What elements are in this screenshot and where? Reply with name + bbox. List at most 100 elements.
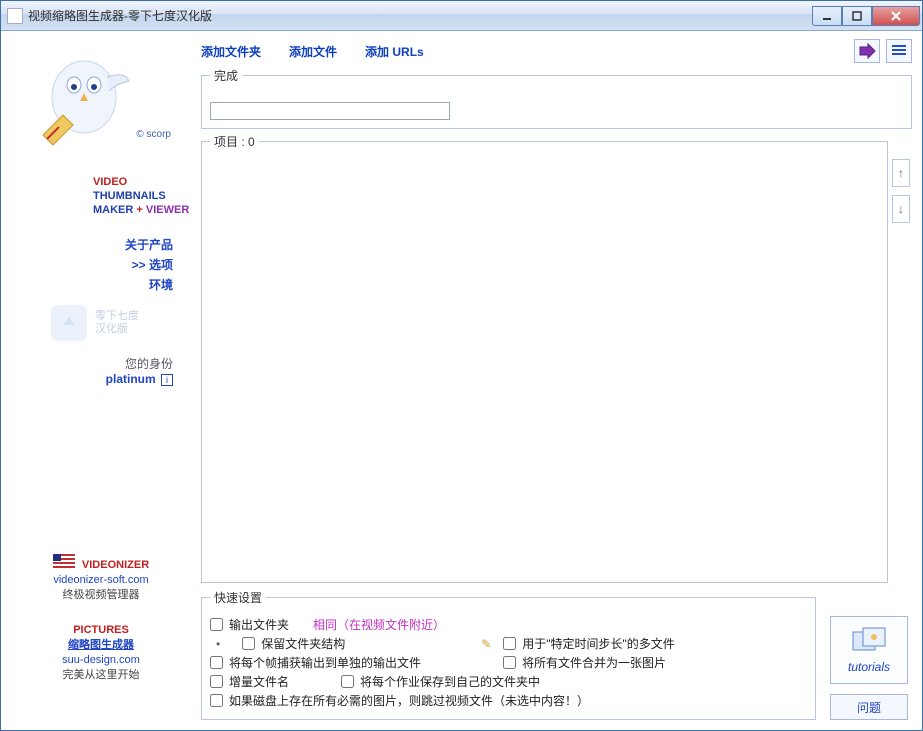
window-title: 视频缩略图生成器-零下七度汉化版 bbox=[28, 7, 812, 24]
titlebar: 视频缩略图生成器-零下七度汉化版 bbox=[1, 1, 922, 31]
videonizer-link[interactable]: videonizer-soft.com bbox=[11, 573, 191, 588]
nav-environment[interactable]: 环境 bbox=[11, 275, 173, 295]
tutorials-label: tutorials bbox=[848, 660, 890, 674]
pencil-icon[interactable]: ✎ bbox=[481, 637, 491, 651]
identity-value: platinum bbox=[106, 372, 156, 386]
nav-options[interactable]: >> 选项 bbox=[11, 255, 173, 275]
close-button[interactable] bbox=[872, 6, 920, 26]
for-time-checkbox[interactable] bbox=[503, 637, 516, 650]
identity-block: 您的身份 platinum i bbox=[11, 355, 191, 386]
quick-row-inc-name: 增量文件名 将每个作业保存到自己的文件夹中 bbox=[210, 673, 807, 690]
keep-structure-checkbox[interactable] bbox=[242, 637, 255, 650]
sidebar: © scorp VIDEO THUMBNAILS MAKER + VIEWER … bbox=[11, 39, 201, 720]
minimize-icon bbox=[822, 11, 832, 21]
pictures-desc: 完美从这里开始 bbox=[11, 668, 191, 683]
nav-links: 关于产品 >> 选项 环境 bbox=[11, 235, 191, 295]
owl-icon bbox=[29, 47, 139, 157]
inc-name-checkbox[interactable] bbox=[210, 675, 223, 688]
question-label: 问题 bbox=[857, 699, 881, 716]
mid-row: 项目 : 0 ↑ ↓ bbox=[201, 129, 912, 583]
merge-one-label: 将所有文件合并为一张图片 bbox=[522, 654, 666, 671]
maximize-icon bbox=[852, 11, 862, 21]
logo-word-plus: + bbox=[136, 204, 142, 216]
identity-label: 您的身份 bbox=[11, 355, 173, 372]
logo-word-thumbnails: THUMBNAILS bbox=[93, 190, 166, 202]
translation-credit-text: 零下七度 汉化版 bbox=[95, 310, 139, 336]
bottom-row: 快速设置 输出文件夹 相同（在视频文件附近） • 保留文件夹结构 ✎ bbox=[201, 583, 912, 720]
logo-word-viewer: VIEWER bbox=[146, 204, 189, 216]
logo-text: VIDEO THUMBNAILS MAKER + VIEWER bbox=[93, 175, 191, 217]
keep-structure-label: 保留文件夹结构 bbox=[261, 635, 345, 652]
pictures-promo: PICTURES 缩略图生成器 suu-design.com 完美从这里开始 bbox=[11, 623, 191, 683]
quick-legend: 快速设置 bbox=[210, 589, 266, 606]
move-up-button[interactable]: ↑ bbox=[892, 159, 910, 187]
complete-legend: 完成 bbox=[210, 67, 242, 84]
window-controls bbox=[812, 6, 920, 26]
tutorials-button[interactable]: tutorials bbox=[830, 616, 908, 684]
items-fieldset: 项目 : 0 bbox=[201, 133, 888, 583]
skip-if-checkbox[interactable] bbox=[210, 694, 223, 707]
copyright-label: © scorp bbox=[136, 129, 171, 140]
top-actions-row: 添加文件夹 添加文件 添加 URLs bbox=[201, 39, 912, 63]
each-frame-label: 将每个帧捕获输出到单独的输出文件 bbox=[229, 654, 421, 671]
output-folder-label: 输出文件夹 bbox=[229, 616, 289, 633]
right-column: tutorials 问题 bbox=[826, 583, 912, 720]
videonizer-promo: VIDEONIZER videonizer-soft.com 终极视频管理器 bbox=[11, 554, 191, 603]
up-arrow-icon bbox=[51, 305, 87, 341]
logo-word-maker: MAKER bbox=[93, 204, 133, 216]
translation-credit: 零下七度 汉化版 bbox=[11, 305, 191, 341]
output-folder-same-label[interactable]: 相同（在视频文件附近） bbox=[313, 616, 445, 633]
arrow-up-icon: ↑ bbox=[898, 166, 904, 180]
add-urls-link[interactable]: 添加 URLs bbox=[365, 43, 424, 60]
merge-one-checkbox[interactable] bbox=[503, 656, 516, 669]
main-area: 添加文件夹 添加文件 添加 URLs 完成 项目 : 0 bbox=[201, 39, 912, 720]
close-icon bbox=[890, 10, 902, 22]
pictures-subtitle[interactable]: 缩略图生成器 bbox=[11, 638, 191, 653]
each-job-folder-label: 将每个作业保存到自己的文件夹中 bbox=[360, 673, 540, 690]
for-time-label: 用于"特定时间步长"的多文件 bbox=[522, 635, 675, 652]
list-icon bbox=[891, 44, 907, 58]
sidebar-spacer bbox=[11, 386, 191, 554]
output-folder-checkbox[interactable] bbox=[210, 618, 223, 631]
videonizer-title: VIDEONIZER bbox=[82, 559, 149, 571]
videonizer-desc: 终极视频管理器 bbox=[11, 588, 191, 603]
pictures-link[interactable]: suu-design.com bbox=[11, 653, 191, 668]
run-button[interactable] bbox=[854, 39, 880, 63]
maximize-button[interactable] bbox=[842, 6, 872, 26]
move-down-button[interactable]: ↓ bbox=[892, 195, 910, 223]
credit-line2: 汉化版 bbox=[95, 323, 139, 336]
nav-about[interactable]: 关于产品 bbox=[11, 235, 173, 255]
question-button[interactable]: 问题 bbox=[830, 694, 908, 720]
inc-name-label: 增量文件名 bbox=[229, 673, 289, 690]
items-list[interactable] bbox=[210, 160, 879, 574]
arrow-down-icon: ↓ bbox=[898, 202, 904, 216]
complete-fieldset: 完成 bbox=[201, 67, 912, 129]
quick-row-keep-structure: • 保留文件夹结构 ✎ 用于"特定时间步长"的多文件 bbox=[210, 635, 807, 652]
app-icon bbox=[7, 8, 23, 24]
reorder-buttons: ↑ ↓ bbox=[892, 159, 912, 583]
info-icon[interactable]: i bbox=[161, 374, 173, 386]
flag-icon bbox=[53, 554, 75, 568]
quick-row-output-folder: 输出文件夹 相同（在视频文件附近） bbox=[210, 616, 807, 633]
quick-row-skip: 如果磁盘上存在所有必需的图片，则跳过视频文件（未选中内容！） bbox=[210, 692, 807, 709]
bullet-icon: • bbox=[216, 637, 220, 651]
skip-if-label: 如果磁盘上存在所有必需的图片，则跳过视频文件（未选中内容！） bbox=[229, 692, 589, 709]
tutorials-icon bbox=[849, 626, 889, 660]
minimize-button[interactable] bbox=[812, 6, 842, 26]
logo-area: © scorp bbox=[11, 39, 181, 169]
items-legend: 项目 : 0 bbox=[210, 133, 259, 150]
logo-word-video: VIDEO bbox=[93, 176, 127, 188]
add-folder-link[interactable]: 添加文件夹 bbox=[201, 43, 261, 60]
quick-row-each-frame: 将每个帧捕获输出到单独的输出文件 将所有文件合并为一张图片 bbox=[210, 654, 807, 671]
add-file-link[interactable]: 添加文件 bbox=[289, 43, 337, 60]
credit-line1: 零下七度 bbox=[95, 310, 139, 323]
complete-input[interactable] bbox=[210, 102, 450, 120]
app-window: 视频缩略图生成器-零下七度汉化版 bbox=[0, 0, 923, 731]
pictures-title: PICTURES bbox=[11, 623, 191, 638]
each-frame-checkbox[interactable] bbox=[210, 656, 223, 669]
list-view-button[interactable] bbox=[886, 39, 912, 63]
each-job-folder-checkbox[interactable] bbox=[341, 675, 354, 688]
run-arrow-icon bbox=[858, 43, 876, 59]
quick-settings-fieldset: 快速设置 输出文件夹 相同（在视频文件附近） • 保留文件夹结构 ✎ bbox=[201, 589, 816, 720]
client-area: © scorp VIDEO THUMBNAILS MAKER + VIEWER … bbox=[1, 31, 922, 730]
